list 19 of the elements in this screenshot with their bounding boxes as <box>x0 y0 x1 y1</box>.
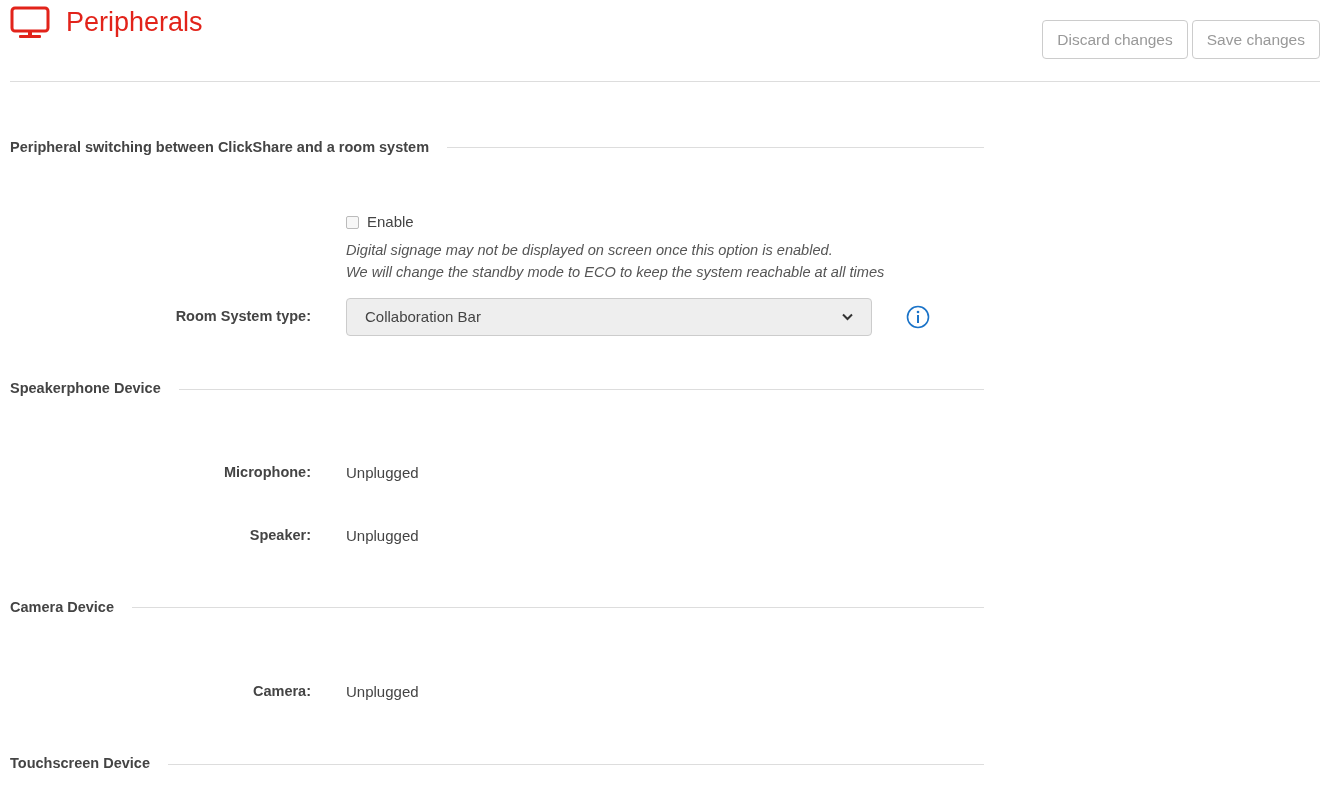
status-value: Unplugged <box>346 463 419 483</box>
field-label: Microphone: <box>223 463 311 483</box>
enable-checkbox[interactable]: Enable <box>346 210 885 234</box>
field-label: Camera: <box>251 682 311 702</box>
section-title: Camera Device <box>10 598 114 617</box>
page-title: Peripherals <box>66 9 203 36</box>
field-label: Room System type: <box>174 307 311 327</box>
section-title: Touchscreen Device <box>10 754 150 774</box>
hint-text: Digital signage may not be displayed on screen once this option is enabled. <box>346 241 834 261</box>
room-system-select[interactable]: Collaboration Bar <box>346 298 872 337</box>
info-icon[interactable] <box>906 305 930 330</box>
status-value: Unplugged <box>346 681 419 702</box>
field-label: Speaker: <box>248 525 311 545</box>
chevron-down-icon <box>842 313 853 322</box>
section-title: Speakerphone Device <box>10 379 161 399</box>
section-title: Peripheral switching between ClickShare and a room system <box>10 138 430 157</box>
hint-text: We will change the standby mode to ECO to keep the system reachable at all times <box>346 263 885 283</box>
status-value: Unplugged <box>346 525 419 546</box>
monitor-icon <box>10 6 50 39</box>
